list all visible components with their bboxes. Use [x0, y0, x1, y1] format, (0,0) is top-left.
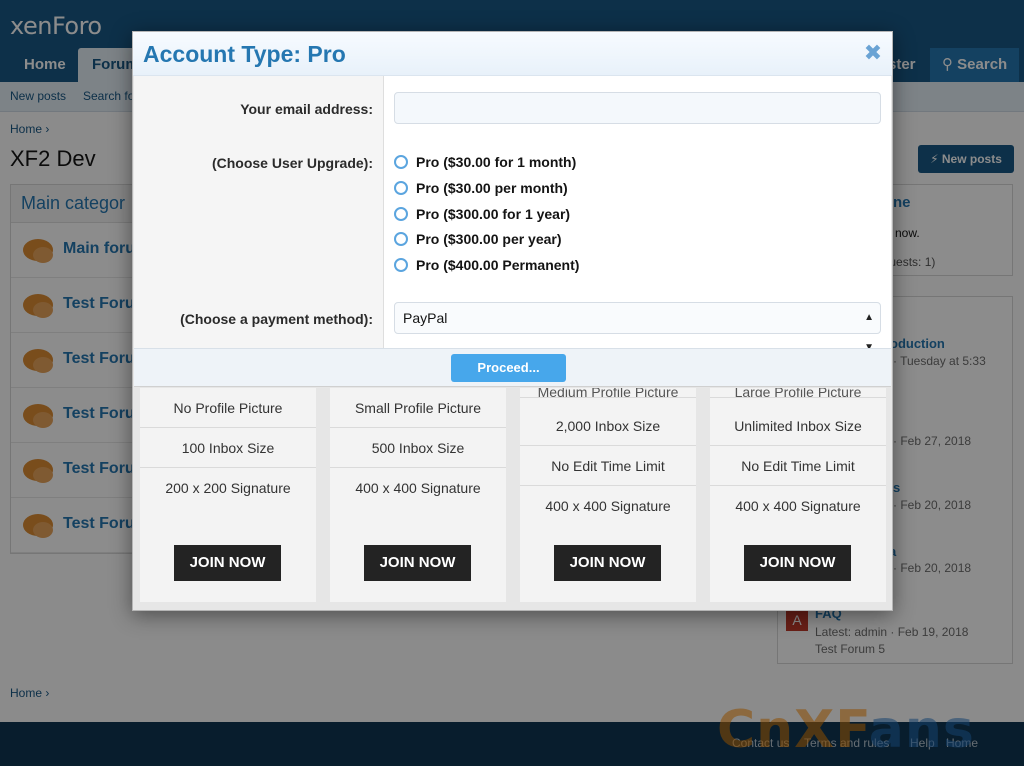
join-now-button[interactable]: JOIN NOW: [554, 545, 661, 581]
card-feature-partial: Medium Profile Picture: [520, 388, 696, 398]
card-feature: No Edit Time Limit: [520, 446, 696, 486]
radio-button[interactable]: [394, 232, 408, 246]
pricing-cards: No Profile Picture 100 Inbox Size 200 x …: [133, 388, 892, 610]
email-field[interactable]: [394, 92, 881, 124]
form-footer: Proceed...: [134, 348, 891, 387]
card-feature: 200 x 200 Signature: [165, 480, 291, 496]
email-label: Your email address:: [240, 101, 373, 117]
upgrade-option-radio[interactable]: Pro ($400.00 Permanent): [394, 255, 579, 275]
card-feature: No Edit Time Limit: [710, 446, 886, 486]
radio-button[interactable]: [394, 207, 408, 221]
payment-method-select[interactable]: PayPal ▲▼: [394, 302, 881, 353]
upgrade-option-radio[interactable]: Pro ($30.00 per month): [394, 178, 568, 198]
upgrade-label: (Choose User Upgrade):: [211, 155, 373, 171]
upgrade-option-radio[interactable]: Pro ($30.00 for 1 month): [394, 152, 576, 172]
card-feature-top: Medium Profile Picture: [537, 388, 679, 398]
card-feature: No Profile Picture: [140, 388, 316, 428]
card-feature: 400 x 400 Signature: [735, 498, 861, 514]
card-feature: Small Profile Picture: [330, 388, 506, 428]
join-now-button[interactable]: JOIN NOW: [364, 545, 471, 581]
payment-method-value: PayPal: [403, 310, 448, 326]
pricing-card: Large Profile Picture Unlimited Inbox Si…: [710, 388, 886, 602]
proceed-button[interactable]: Proceed...: [451, 354, 566, 382]
radio-button[interactable]: [394, 181, 408, 195]
upgrade-option-label[interactable]: Pro ($400.00 Permanent): [416, 257, 579, 273]
upgrade-option-label[interactable]: Pro ($30.00 for 1 month): [416, 154, 576, 170]
close-icon[interactable]: ✖: [862, 42, 884, 64]
modal-title: Account Type: Pro: [143, 41, 346, 67]
radio-button[interactable]: [394, 258, 408, 272]
card-feature-top: Large Profile Picture: [734, 388, 862, 398]
upgrade-option-label[interactable]: Pro ($300.00 for 1 year): [416, 206, 570, 222]
card-feature: 400 x 400 Signature: [545, 498, 671, 514]
form-label-column: Your email address: (Choose User Upgrade…: [134, 76, 384, 348]
upgrade-option-radio[interactable]: Pro ($300.00 for 1 year): [394, 204, 570, 224]
account-type-modal: Account Type: Pro ✖ Your email address: …: [132, 31, 893, 611]
upgrade-option-label[interactable]: Pro ($30.00 per month): [416, 180, 568, 196]
modal-header: Account Type: Pro ✖: [133, 32, 892, 76]
upgrade-option-label[interactable]: Pro ($300.00 per year): [416, 231, 562, 247]
pricing-card: Medium Profile Picture 2,000 Inbox Size …: [520, 388, 696, 602]
card-feature: Unlimited Inbox Size: [710, 406, 886, 446]
pricing-card: Small Profile Picture 500 Inbox Size 400…: [330, 388, 506, 602]
join-now-button[interactable]: JOIN NOW: [174, 545, 281, 581]
card-feature: 400 x 400 Signature: [355, 480, 481, 496]
card-feature: 2,000 Inbox Size: [520, 406, 696, 446]
upgrade-form: Your email address: (Choose User Upgrade…: [134, 76, 891, 353]
card-feature-partial: Large Profile Picture: [710, 388, 886, 398]
pricing-card: No Profile Picture 100 Inbox Size 200 x …: [140, 388, 316, 602]
join-now-button[interactable]: JOIN NOW: [744, 545, 851, 581]
payment-label: (Choose a payment method):: [180, 311, 373, 327]
radio-button[interactable]: [394, 155, 408, 169]
upgrade-option-radio[interactable]: Pro ($300.00 per year): [394, 229, 562, 249]
card-feature: 100 Inbox Size: [140, 428, 316, 468]
card-feature: 500 Inbox Size: [330, 428, 506, 468]
